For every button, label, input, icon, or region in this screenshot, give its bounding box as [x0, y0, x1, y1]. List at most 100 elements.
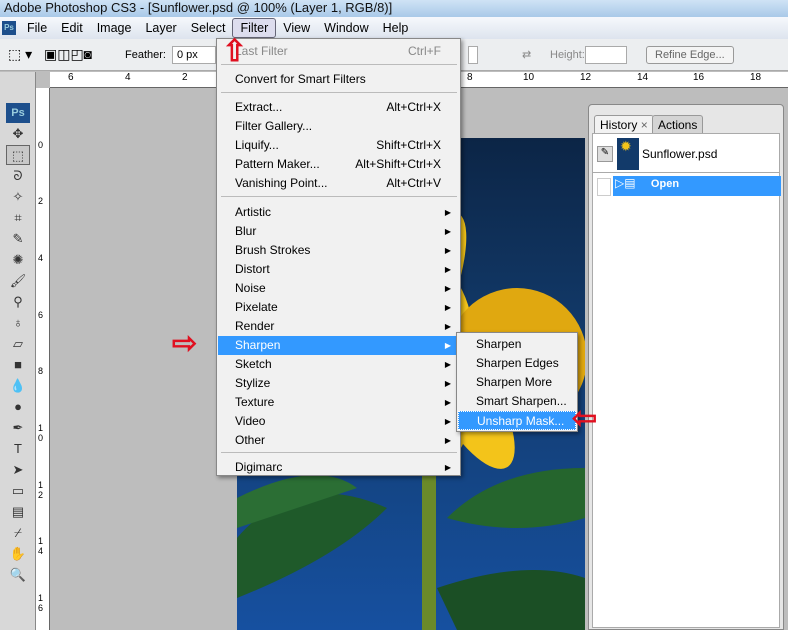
- menu-item-noise[interactable]: Noise ▶: [218, 279, 459, 298]
- swap-icon[interactable]: ⇄: [522, 48, 531, 61]
- marquee-tool-icon[interactable]: ⬚: [6, 145, 30, 165]
- menu-help[interactable]: Help: [376, 19, 416, 37]
- submenu-arrow-icon: ▶: [444, 436, 451, 445]
- menu-item-label: Other: [235, 433, 266, 447]
- height-input[interactable]: [585, 45, 627, 64]
- menu-item-distort[interactable]: Distort ▶: [218, 260, 459, 279]
- vertical-ruler: 0 2 4 6 8 1 0 1 2 1 4 1 6: [36, 88, 50, 630]
- tab-actions[interactable]: Actions: [652, 115, 704, 133]
- menu-file[interactable]: File: [20, 19, 54, 37]
- eyedropper-icon[interactable]: ⌿: [6, 523, 30, 543]
- submenu-arrow-icon: ▶: [444, 379, 451, 388]
- submenu-arrow-icon: ▶: [444, 463, 451, 472]
- menu-item-liquify[interactable]: Liquify... Shift+Ctrl+X: [218, 136, 459, 155]
- type-tool-icon[interactable]: T: [6, 439, 30, 459]
- clone-stamp-icon[interactable]: ⚲: [6, 292, 30, 312]
- submenu-item-sharpen-edges[interactable]: Sharpen Edges: [458, 354, 576, 373]
- history-state-open[interactable]: ▷▤ Open: [613, 176, 781, 196]
- history-state-checkbox[interactable]: [597, 178, 611, 196]
- ruler-tick: 1 2: [38, 480, 44, 500]
- menu-item-label: Pixelate: [235, 300, 278, 314]
- menu-item-pattern-maker[interactable]: Pattern Maker... Alt+Shift+Ctrl+X: [218, 155, 459, 174]
- menu-item-pixelate[interactable]: Pixelate ▶: [218, 298, 459, 317]
- menu-separator: [221, 92, 457, 93]
- ruler-tick: 2: [38, 196, 44, 206]
- menu-item-extract[interactable]: Extract... Alt+Ctrl+X: [218, 98, 459, 117]
- ruler-tick: 4: [38, 253, 44, 263]
- submenu-item-smart-sharpen[interactable]: Smart Sharpen...: [458, 392, 576, 411]
- ruler-tick: 18: [750, 72, 762, 83]
- menu-item-convert-for-smart-filters[interactable]: Convert for Smart Filters: [218, 70, 459, 89]
- menu-item-render[interactable]: Render ▶: [218, 317, 459, 336]
- menu-view[interactable]: View: [276, 19, 317, 37]
- menu-item-last-filter[interactable]: Last Filter Ctrl+F: [218, 42, 459, 61]
- annotation-arrow-up-icon: ⇧: [222, 35, 248, 68]
- ruler-tick: 1 4: [38, 536, 44, 556]
- menu-edit[interactable]: Edit: [54, 19, 90, 37]
- menu-item-label: Blur: [235, 224, 257, 238]
- slice-tool-icon[interactable]: ✎: [6, 229, 30, 249]
- ruler-tick: 10: [523, 72, 535, 83]
- menu-item-label: Digimarc: [235, 460, 283, 474]
- submenu-item-sharpen[interactable]: Sharpen: [458, 335, 576, 354]
- eraser-icon[interactable]: ▱: [6, 334, 30, 354]
- menu-separator: [221, 196, 457, 197]
- snapshot-label[interactable]: Sunflower.psd: [642, 147, 717, 161]
- gradient-icon[interactable]: ■: [6, 355, 30, 375]
- menu-item-label: Distort: [235, 262, 270, 276]
- dodge-tool-icon[interactable]: ●: [6, 397, 30, 417]
- ruler-tick: 1 6: [38, 593, 44, 613]
- feather-input[interactable]: 0 px: [171, 45, 216, 64]
- brush-tool-icon[interactable]: 🖌: [6, 271, 30, 291]
- crop-tool-icon[interactable]: ⌗: [6, 208, 30, 228]
- selection-mode-icons[interactable]: ▣◫◰◙: [44, 46, 119, 63]
- menu-item-texture[interactable]: Texture ▶: [218, 393, 459, 412]
- menu-item-other[interactable]: Other ▶: [218, 431, 459, 450]
- menu-item-vanishing-point[interactable]: Vanishing Point... Alt+Ctrl+V: [218, 174, 459, 193]
- tab-history[interactable]: History ×: [594, 115, 654, 133]
- snapshot-brush-icon[interactable]: ✎: [597, 146, 613, 162]
- menu-item-sharpen[interactable]: Sharpen ▶: [218, 336, 459, 355]
- menu-item-artistic[interactable]: Artistic ▶: [218, 203, 459, 222]
- menu-item-blur[interactable]: Blur ▶: [218, 222, 459, 241]
- menu-layer[interactable]: Layer: [138, 19, 183, 37]
- healing-brush-icon[interactable]: ✺: [6, 250, 30, 270]
- pen-tool-icon[interactable]: ✒: [6, 418, 30, 438]
- menu-item-digimarc[interactable]: Digimarc ▶: [218, 458, 459, 477]
- menu-item-label: Vanishing Point...: [235, 176, 328, 190]
- ruler-tick: 8: [38, 366, 44, 376]
- ruler-tick: 16: [693, 72, 705, 83]
- submenu-arrow-icon: ▶: [444, 322, 451, 331]
- feather-label: Feather:: [125, 48, 166, 61]
- ruler-tick: 14: [637, 72, 649, 83]
- menu-image[interactable]: Image: [90, 19, 139, 37]
- submenu-arrow-icon: ▶: [444, 227, 451, 236]
- lasso-tool-icon[interactable]: ᘐ: [6, 166, 30, 186]
- submenu-item-unsharp-mask[interactable]: Unsharp Mask...: [458, 411, 576, 430]
- refine-edge-button[interactable]: Refine Edge...: [646, 45, 734, 64]
- shape-tool-icon[interactable]: ▭: [6, 481, 30, 501]
- magic-wand-icon[interactable]: ✧: [6, 187, 30, 207]
- submenu-arrow-icon: ▶: [444, 284, 451, 293]
- submenu-item-sharpen-more[interactable]: Sharpen More: [458, 373, 576, 392]
- menu-item-label: Convert for Smart Filters: [235, 72, 366, 86]
- ruler-tick: 6: [68, 72, 74, 83]
- blur-tool-icon[interactable]: 💧: [6, 376, 30, 396]
- zoom-tool-icon[interactable]: 🔍: [6, 565, 30, 585]
- menu-window[interactable]: Window: [317, 19, 375, 37]
- hand-tool-icon[interactable]: ✋: [6, 544, 30, 564]
- width-input[interactable]: [468, 45, 478, 64]
- menu-item-sketch[interactable]: Sketch ▶: [218, 355, 459, 374]
- menu-item-brush-strokes[interactable]: Brush Strokes ▶: [218, 241, 459, 260]
- marquee-tool-preset-icon[interactable]: ⬚ ▾: [8, 46, 38, 63]
- history-brush-icon[interactable]: ♁: [6, 313, 30, 333]
- notes-tool-icon[interactable]: ▤: [6, 502, 30, 522]
- path-selection-icon[interactable]: ➤: [6, 460, 30, 480]
- menu-item-label: Sketch: [235, 357, 272, 371]
- snapshot-thumbnail[interactable]: ✹: [617, 138, 639, 170]
- menu-item-stylize[interactable]: Stylize ▶: [218, 374, 459, 393]
- menu-item-filter-gallery[interactable]: Filter Gallery...: [218, 117, 459, 136]
- menu-item-video[interactable]: Video ▶: [218, 412, 459, 431]
- close-icon[interactable]: ×: [641, 118, 648, 132]
- move-tool-icon[interactable]: ✥: [6, 124, 30, 144]
